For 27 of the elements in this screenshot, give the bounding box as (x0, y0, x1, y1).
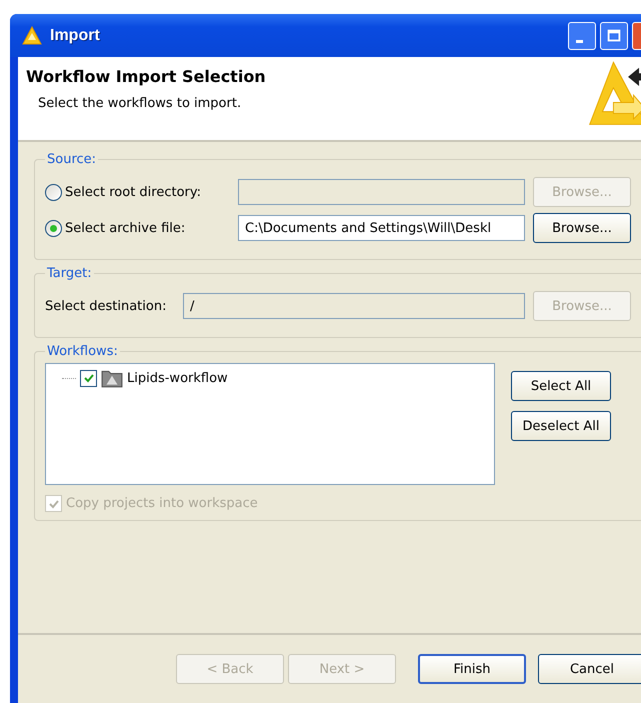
selection-button[interactable]: Deselect All (511, 411, 611, 441)
group-label: Target: (46, 266, 93, 281)
browse-button[interactable]: Browse... (533, 213, 631, 243)
selection-button[interactable]: Select All (511, 371, 611, 401)
minimize-button[interactable] (568, 22, 596, 50)
window-title: Import (50, 26, 100, 44)
folder-icon (101, 368, 123, 388)
path-field[interactable]: C:\Documents and Settings\Will\Deskl (238, 215, 525, 241)
destination-field[interactable]: / (183, 293, 525, 319)
check-icon (48, 498, 60, 510)
maximize-button[interactable] (600, 22, 628, 50)
footer-button[interactable]: Finish (418, 654, 526, 684)
page-subtitle: Select the workflows to import. (38, 96, 242, 111)
triangle-logo-icon (22, 26, 42, 46)
tree-item[interactable]: Lipids-workflow (127, 370, 228, 386)
group-label: Workflows: (46, 344, 119, 359)
checkbox[interactable] (80, 370, 97, 386)
radio-option[interactable]: Select archive file: (45, 220, 230, 236)
check-icon (82, 372, 94, 384)
maximize-icon (605, 26, 623, 44)
path-field[interactable] (238, 179, 525, 205)
footer-button[interactable]: Cancel (538, 654, 641, 684)
group-label: Source: (46, 152, 98, 167)
page-title: Workflow Import Selection (26, 67, 266, 86)
field-label: Select destination: (45, 298, 168, 314)
radio-option[interactable]: Select root directory: (45, 184, 230, 200)
minimize-icon (576, 40, 582, 43)
